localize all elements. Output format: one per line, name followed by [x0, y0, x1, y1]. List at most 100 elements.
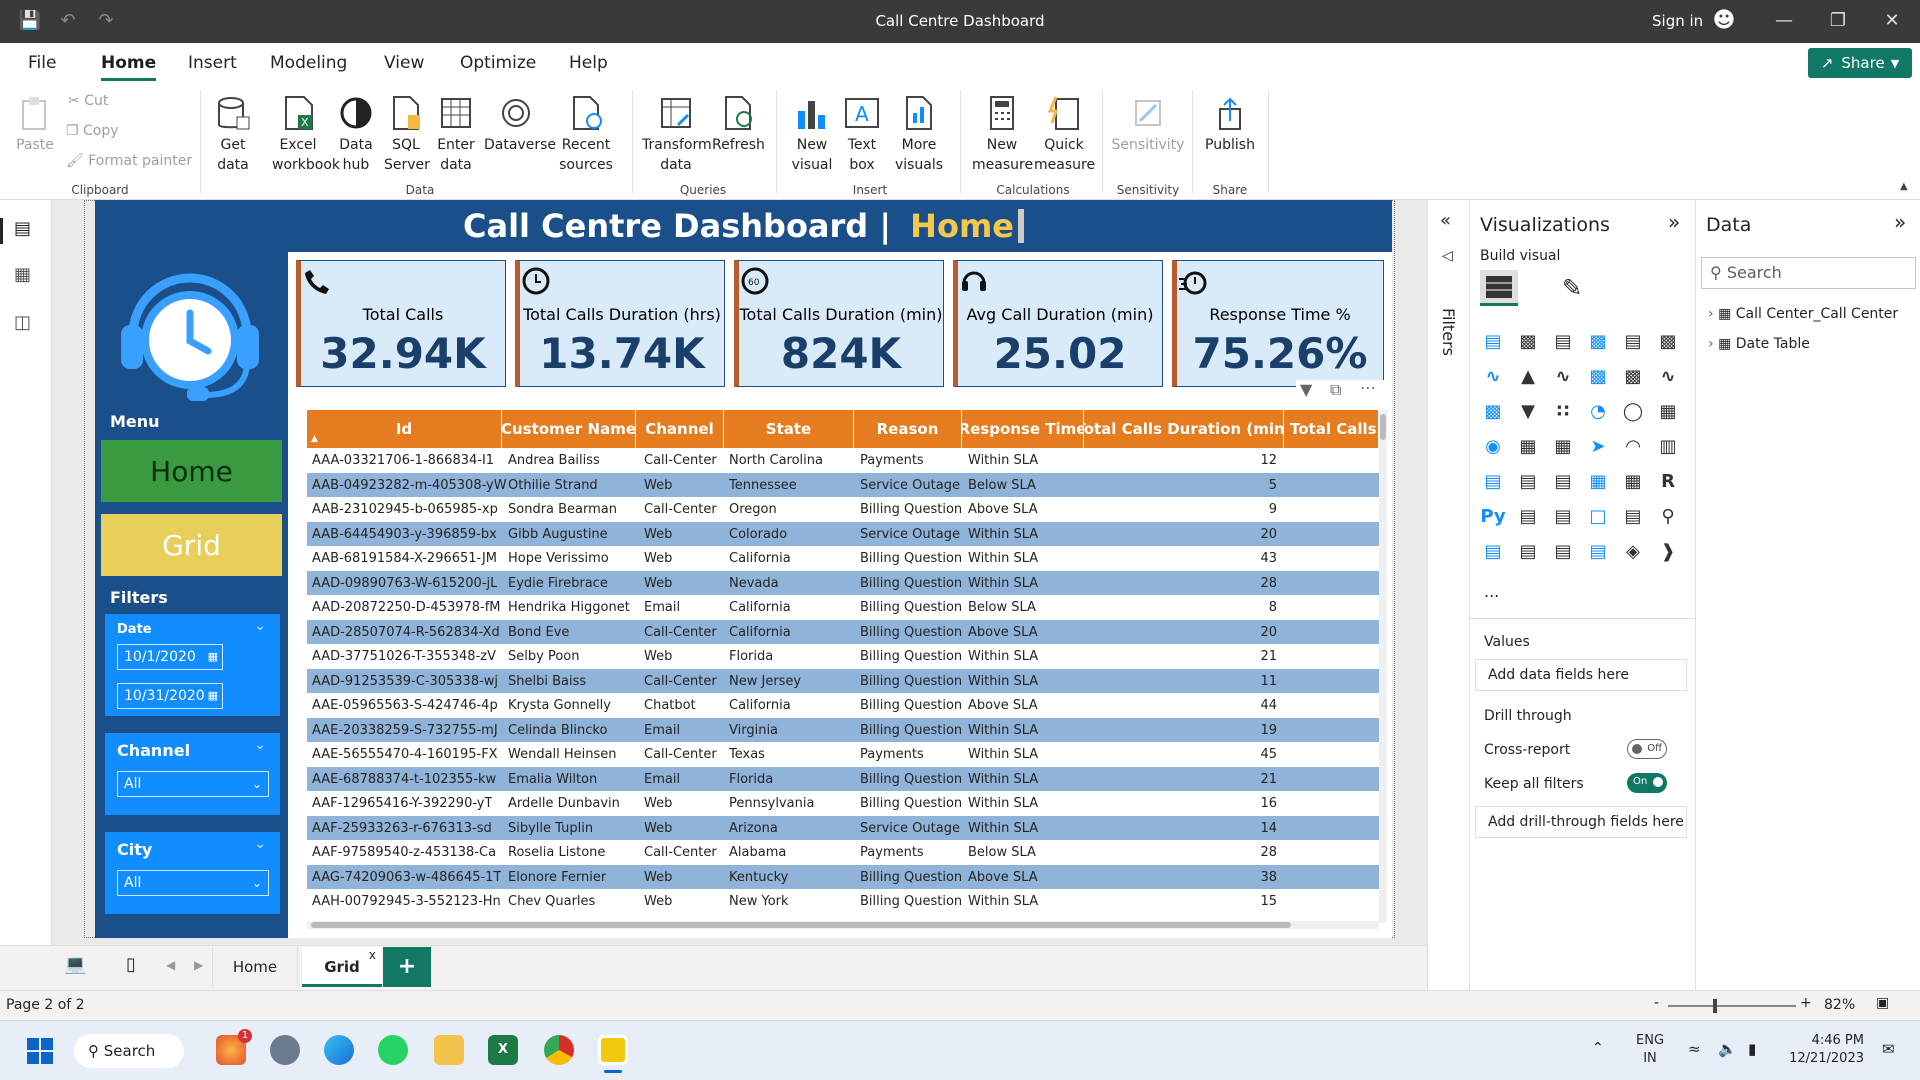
new-measure-button[interactable]: New measure — [972, 93, 1033, 175]
tab-view[interactable]: View — [384, 53, 424, 73]
data-view-icon[interactable]: ▦ — [14, 264, 31, 285]
excel-workbook-button[interactable]: X Excel workbook — [272, 93, 340, 175]
focus-mode-icon[interactable]: ⧉ — [1330, 380, 1341, 400]
battery-icon[interactable]: ▮ — [1748, 1040, 1756, 1058]
zoom-in-button[interactable]: + — [1800, 995, 1812, 1011]
stacked-bar-visual-icon[interactable]: ▤ — [1480, 328, 1506, 354]
filter-icon[interactable]: ▼ — [1300, 380, 1312, 399]
table-row[interactable]: AAD-09890763-W-615200-jL Eydie Firebrace W… — [307, 570, 1379, 595]
table-row[interactable]: AAB-23102945-b-065985-xp Sondra Bearman Ca… — [307, 497, 1379, 522]
more-options-icon[interactable]: ⋯ — [1360, 378, 1376, 397]
copy-button[interactable]: ❐ Copy — [66, 123, 119, 139]
date-to-input[interactable]: 10/31/2020 ▦ — [117, 683, 223, 709]
pie-visual-icon[interactable]: ◔ — [1585, 398, 1611, 424]
tab-home[interactable]: Home — [101, 53, 157, 81]
narrative-visual-icon[interactable]: ▤ — [1620, 503, 1646, 529]
quick-measure-button[interactable]: Quick measure — [1034, 93, 1095, 175]
table-row[interactable]: AAB-64454903-y-396859-bx Gibb Augustine We… — [307, 521, 1379, 546]
whatsapp-app-icon[interactable] — [378, 1035, 408, 1065]
sign-in-link[interactable]: Sign in — [1652, 12, 1703, 30]
column-header-reason[interactable]: Reason — [854, 410, 962, 448]
mobile-layout-icon[interactable]: ▯ — [126, 954, 136, 975]
line-visual-icon[interactable]: ∿ — [1480, 363, 1506, 389]
table-row[interactable]: AAB-68191584-X-296651-JM Hope Verissimo We… — [307, 546, 1379, 571]
file-explorer-app-icon[interactable] — [434, 1035, 464, 1065]
table-row[interactable]: AAF-25933263-r-676313-sd Sibylle Tuplin We… — [307, 815, 1379, 840]
table-row[interactable]: AAD-37751026-T-355348-zV Selby Poon Web Flo… — [307, 644, 1379, 669]
qa-visual-icon[interactable]: □ — [1585, 503, 1611, 529]
column-header-total-calls-du[interactable]: Total Calls Du — [1284, 410, 1379, 448]
taskbar-search[interactable]: ⚲ Search — [74, 1034, 184, 1068]
treemap-visual-icon[interactable]: ▦ — [1655, 398, 1681, 424]
enter-data-button[interactable]: Enter data — [434, 93, 478, 175]
kpi-total-duration-hrs[interactable]: Total Calls Duration (hrs) 13.74K — [515, 260, 725, 387]
sensitivity-button[interactable]: Sensitivity — [1110, 93, 1186, 155]
multi-row-card-visual-icon[interactable]: ▤ — [1480, 468, 1506, 494]
chrome-app-icon[interactable] — [544, 1035, 574, 1065]
field-table-call-center[interactable]: › ▦ Call Center_Call Center — [1708, 306, 1898, 322]
date-from-input[interactable]: 10/1/2020 ▦ — [117, 644, 223, 670]
table-row[interactable]: AAA-03321706-1-866834-I1 Andrea Bailiss Ca… — [307, 448, 1379, 473]
funnel-visual-icon[interactable]: ▼ — [1515, 398, 1541, 424]
dataverse-button[interactable]: Dataverse — [484, 93, 556, 155]
expand-filters-icon[interactable]: « — [1440, 210, 1451, 231]
table-row[interactable]: AAF-97589540-z-453138-Ca Roselia Listone C… — [307, 840, 1379, 865]
matrix-visual-icon[interactable]: ▦ — [1620, 468, 1646, 494]
power-apps-visual-icon[interactable]: ▤ — [1515, 538, 1541, 564]
more-visuals-button[interactable]: More visuals — [888, 93, 950, 175]
area-visual-icon[interactable]: ▲ — [1515, 363, 1541, 389]
tab-modeling[interactable]: Modeling — [270, 53, 347, 73]
column-header-id[interactable]: Id ▲ — [307, 410, 502, 448]
more-visuals-ellipsis[interactable]: ... — [1484, 582, 1499, 601]
paste-button[interactable]: Paste — [12, 93, 58, 155]
format-painter-button[interactable]: 🖌 Format painter — [66, 153, 192, 169]
stacked-area-visual-icon[interactable]: ∿ — [1550, 363, 1576, 389]
add-page-button[interactable]: + — [383, 947, 431, 987]
zoom-slider[interactable] — [1668, 999, 1796, 1013]
chevron-down-icon[interactable]: ⌄ — [254, 836, 266, 852]
column-header-state[interactable]: State — [724, 410, 854, 448]
field-table-date-table[interactable]: › ▦ Date Table — [1708, 336, 1810, 352]
map-visual-icon[interactable]: ◉ — [1480, 433, 1506, 459]
table-row[interactable]: AAD-20872250-D-453978-fM Hendrika Higgone… — [307, 595, 1379, 620]
100-column-visual-icon[interactable]: ▩ — [1655, 328, 1681, 354]
chevron-visual-icon[interactable]: ❱ — [1655, 538, 1681, 564]
kpi-total-duration-min[interactable]: 60 Total Calls Duration (min) 824K — [734, 260, 944, 387]
share-button[interactable]: ↗ Share ▼ — [1808, 48, 1912, 78]
kpi-response-time[interactable]: Response Time % 75.26% — [1172, 260, 1384, 387]
sql-server-button[interactable]: SQL Server — [384, 93, 430, 175]
line-column-visual-icon[interactable]: ▩ — [1585, 363, 1611, 389]
data-hub-button[interactable]: Data hub — [334, 93, 378, 175]
table-row[interactable]: AAG-74209063-w-486645-1T Elonore Fernier W… — [307, 864, 1379, 889]
table-row[interactable]: AAF-12965416-Y-392290-yT Ardelle Dunbavin… — [307, 791, 1379, 816]
restore-icon[interactable]: ❐ — [1826, 9, 1850, 33]
chevron-down-icon[interactable]: ⌄ — [254, 618, 266, 634]
kpi-visual-icon[interactable]: ▤ — [1515, 468, 1541, 494]
column-header-total-calls-duration[interactable]: Total Calls Duration (min) — [1084, 410, 1284, 448]
collapse-ribbon-icon[interactable]: ▲ — [1900, 181, 1908, 192]
refresh-button[interactable]: Refresh — [712, 93, 765, 155]
collapse-data-icon[interactable]: » — [1894, 210, 1906, 234]
settings-app-icon[interactable] — [270, 1035, 300, 1065]
line-clustered-visual-icon[interactable]: ▩ — [1620, 363, 1646, 389]
transform-data-button[interactable]: Transform data — [642, 93, 712, 175]
tab-optimize[interactable]: Optimize — [460, 53, 536, 73]
slicer-visual-icon[interactable]: ▤ — [1550, 468, 1576, 494]
powerbi-app-icon[interactable] — [598, 1035, 628, 1065]
gauge-visual-icon[interactable]: ◠ — [1620, 433, 1646, 459]
table-row[interactable]: AAD-91253539-C-305338-wj Shelbi Baiss Call… — [307, 668, 1379, 693]
tab-insert[interactable]: Insert — [188, 53, 237, 73]
metrics-visual-icon[interactable]: ⚲ — [1655, 503, 1681, 529]
prev-page-icon[interactable]: ◀ — [166, 958, 175, 972]
clustered-bar-visual-icon[interactable]: ▤ — [1550, 328, 1576, 354]
scatter-visual-icon[interactable]: ∷ — [1550, 398, 1576, 424]
tab-help[interactable]: Help — [569, 53, 608, 73]
firefox-app-icon[interactable]: 1 — [216, 1029, 252, 1065]
table-row[interactable]: AAE-56555470-4-160195-FX Wendall Heinsen C… — [307, 742, 1379, 767]
filled-map-visual-icon[interactable]: ▦ — [1515, 433, 1541, 459]
next-page-icon[interactable]: ▶ — [194, 958, 203, 972]
data-search-input[interactable]: ⚲ Search — [1701, 257, 1916, 289]
key-influencers-visual-icon[interactable]: ▤ — [1515, 503, 1541, 529]
edge-app-icon[interactable] — [324, 1035, 354, 1065]
home-nav-button[interactable]: Home — [101, 440, 282, 502]
